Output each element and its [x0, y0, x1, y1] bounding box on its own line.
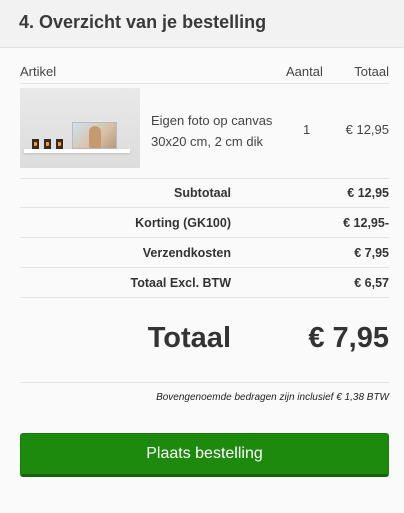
- place-order-button[interactable]: Plaats bestelling: [20, 433, 389, 477]
- column-header-article: Artikel: [20, 64, 57, 79]
- divider: [20, 297, 389, 298]
- divider: [20, 207, 389, 208]
- column-header-quantity: Aantal: [286, 64, 323, 79]
- product-thumbnail: [20, 88, 140, 168]
- section-header: 4. Overzicht van je bestelling: [0, 0, 404, 48]
- summary-value-subtotal: € 12,95: [347, 186, 389, 200]
- summary-label-discount: Korting (GK100): [135, 216, 231, 230]
- summary-value-excl-vat: € 6,57: [354, 276, 389, 290]
- grand-total-label: Totaal: [147, 322, 231, 354]
- summary-value-shipping: € 7,95: [354, 246, 389, 260]
- summary-label-subtotal: Subtotaal: [174, 186, 231, 200]
- divider: [20, 267, 389, 268]
- summary-label-shipping: Verzendkosten: [142, 246, 231, 260]
- candle-decoration: [44, 139, 51, 149]
- product-total: € 12,95: [345, 122, 389, 137]
- grand-total-value: € 7,95: [308, 322, 389, 354]
- summary-label-excl-vat: Totaal Excl. BTW: [130, 276, 231, 290]
- shelf: [24, 149, 130, 153]
- candle-decoration: [56, 139, 63, 149]
- canvas-image: [72, 122, 117, 149]
- vat-note: Bovengenoemde bedragen zijn inclusief € …: [156, 392, 389, 403]
- divider: [20, 178, 389, 179]
- divider: [20, 382, 389, 383]
- product-quantity: 1: [303, 122, 311, 137]
- product-name: Eigen foto op canvas 30x20 cm, 2 cm dik: [151, 113, 273, 149]
- divider: [20, 237, 389, 238]
- section-title: 4. Overzicht van je bestelling: [19, 12, 267, 32]
- divider: [20, 83, 389, 84]
- column-header-total: Totaal: [354, 64, 389, 79]
- candle-decoration: [32, 139, 39, 149]
- summary-value-discount: € 12,95-: [343, 216, 389, 230]
